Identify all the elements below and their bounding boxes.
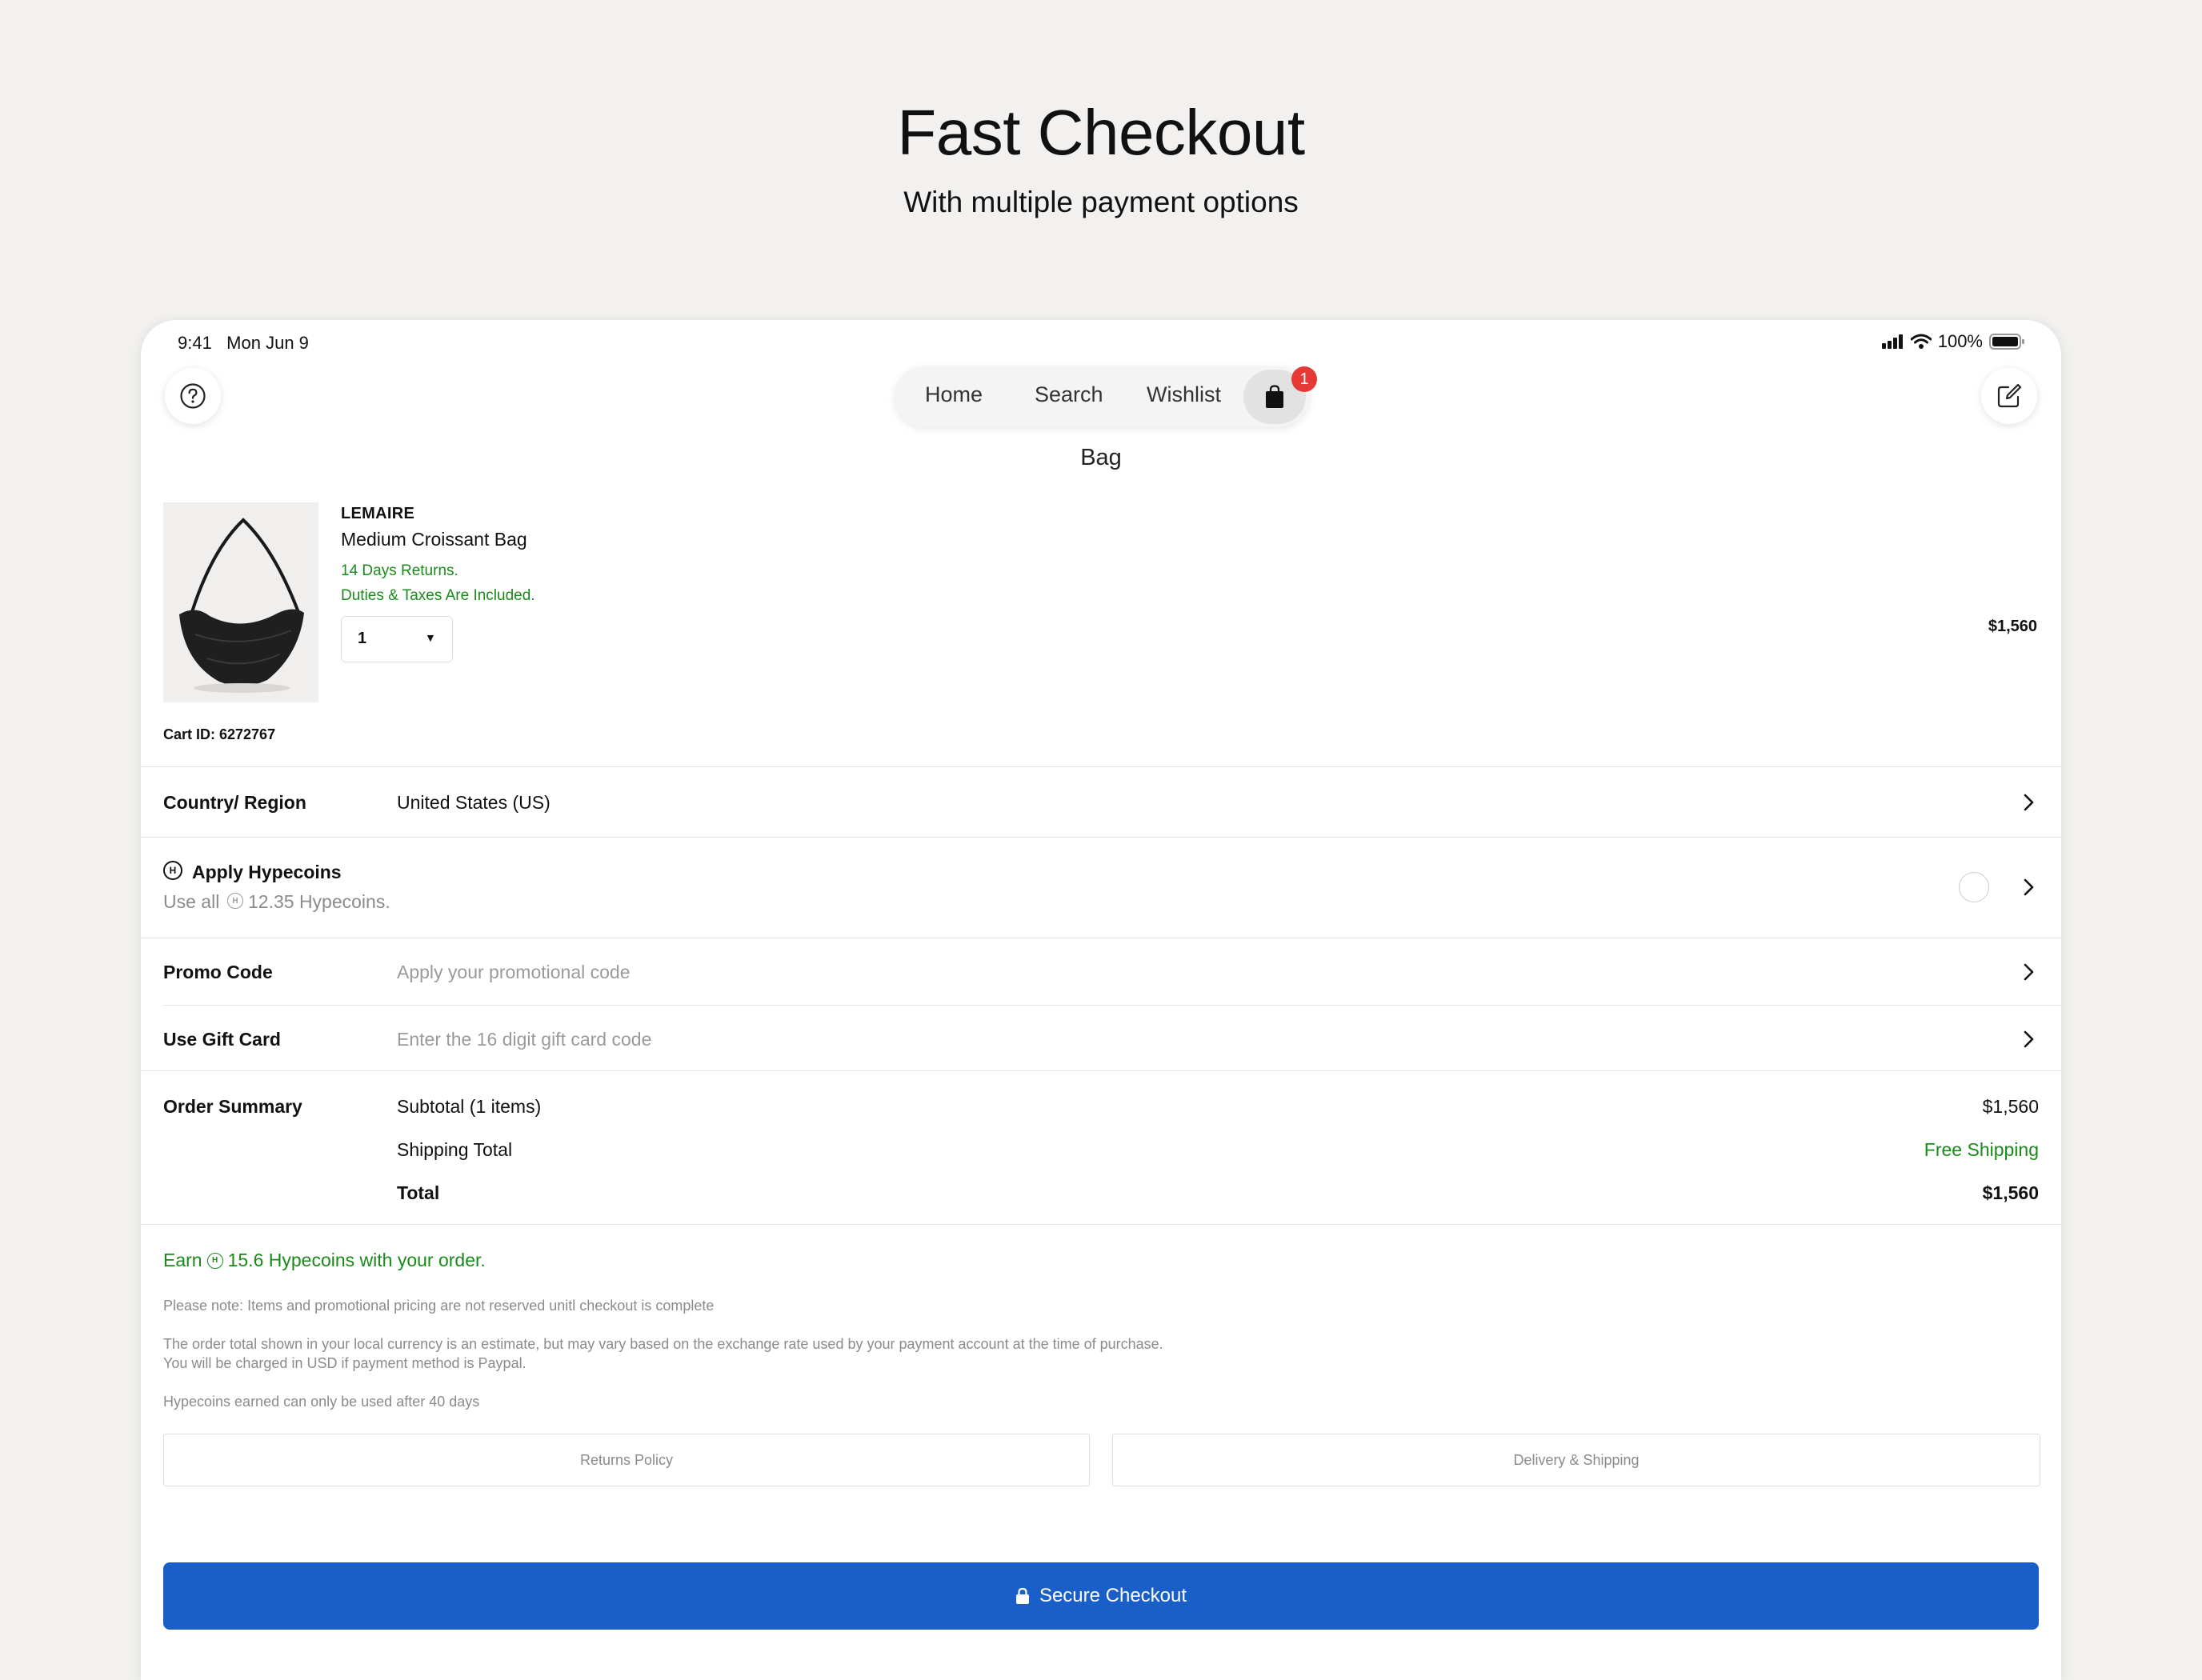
hypecoins-balance: 12.35 Hypecoins. (248, 891, 390, 912)
status-time: 9:41 Mon Jun 9 (178, 333, 309, 354)
hypecoins-label: Apply Hypecoins (192, 862, 342, 882)
shipping-label: Shipping Total (397, 1139, 513, 1160)
shipping-value: Free Shipping (1924, 1139, 2039, 1160)
bag-photo (179, 518, 304, 693)
help-button[interactable] (165, 368, 221, 424)
note-pricing: Please note: Items and promotional prici… (163, 1298, 715, 1314)
subtotal-label: Subtotal (1 items) (397, 1096, 542, 1117)
battery-percent: 100% (1937, 331, 1983, 351)
divider (141, 1224, 2061, 1225)
delivery-shipping-button[interactable]: Delivery & Shipping (1112, 1434, 2040, 1486)
note-hypecoins: Hypecoins earned can only be used after … (163, 1394, 480, 1410)
tab-home[interactable]: Home (925, 382, 983, 407)
chevron-right-icon (2024, 794, 2034, 811)
hypecoins-sub-prefix: Use all (163, 891, 220, 912)
hypecoin-icon: H (206, 1252, 223, 1269)
promo-label: Promo Code (163, 962, 273, 982)
order-summary-label: Order Summary (163, 1096, 302, 1117)
bag-count-badge: 1 (1291, 366, 1317, 392)
battery-icon (1989, 334, 2024, 350)
page-title: Bag (1080, 445, 1122, 470)
status-clock: 9:41 (178, 333, 212, 353)
total-label: Total (397, 1182, 440, 1203)
product-brand: LEMAIRE (341, 505, 415, 522)
returns-info: 14 Days Returns. (341, 562, 458, 579)
status-date: Mon Jun 9 (226, 333, 309, 353)
status-indicators: 100% (1881, 331, 2024, 352)
shopping-bag-icon (1266, 385, 1283, 408)
duties-info: Duties & Taxes Are Included. (341, 587, 535, 604)
wifi-icon (1910, 334, 1932, 349)
secure-checkout-button[interactable]: Secure Checkout (163, 1562, 2039, 1630)
product-price: $1,560 (1988, 618, 2037, 635)
lock-icon (1015, 1587, 1029, 1604)
product-name[interactable]: Medium Croissant Bag (341, 529, 527, 550)
cart-id: Cart ID: 6272767 (163, 726, 276, 742)
earn-prefix: Earn (163, 1250, 202, 1270)
hero-subtitle: With multiple payment options (903, 186, 1299, 218)
gift-card-label: Use Gift Card (163, 1029, 281, 1050)
tablet-screen: 9:41 Mon Jun 9 100% Home Search Wishlist… (141, 320, 2061, 1680)
tab-bar: Home Search Wishlist 1 (895, 366, 1317, 427)
returns-policy-label: Returns Policy (579, 1451, 674, 1468)
hypecoins-toggle[interactable] (1959, 872, 1989, 902)
product-image[interactable] (163, 502, 318, 702)
quantity-select[interactable]: 1 ▼ (341, 616, 453, 662)
compose-icon (1997, 383, 2022, 408)
earn-amount: 15.6 Hypecoins with your order. (227, 1250, 486, 1270)
dropdown-caret-icon: ▼ (425, 631, 436, 644)
compose-button[interactable] (1981, 368, 2037, 424)
signal-icon (1881, 334, 1903, 349)
order-summary: Order Summary Subtotal (1 items) $1,560 … (141, 1070, 2061, 1224)
country-label: Country/ Region (163, 792, 306, 813)
country-row[interactable]: Country/ Region United States (US) (141, 766, 2061, 837)
hypecoin-icon: H (163, 861, 182, 880)
secure-checkout-label: Secure Checkout (1039, 1585, 1187, 1606)
hero-title: Fast Checkout (897, 97, 1305, 168)
hypecoins-row[interactable]: H Apply Hypecoins Use all H 12.35 Hypeco… (141, 837, 2061, 938)
tab-search[interactable]: Search (1035, 382, 1103, 407)
question-circle-icon (180, 383, 206, 409)
promo-code-input[interactable]: Apply your promotional code (397, 962, 631, 983)
total-value: $1,560 (1982, 1182, 2039, 1203)
delivery-shipping-label: Delivery & Shipping (1513, 1451, 1639, 1468)
note-currency: The order total shown in your local curr… (163, 1336, 1163, 1352)
note-usd: You will be charged in USD if payment me… (163, 1355, 526, 1371)
promo-row[interactable]: Promo Code Apply your promotional code (141, 938, 2061, 1005)
chevron-right-icon (2024, 1030, 2034, 1048)
country-value: United States (US) (397, 792, 550, 813)
earn-hypecoins: Earn H 15.6 Hypecoins with your order. (163, 1250, 486, 1271)
subtotal-value: $1,560 (1982, 1096, 2039, 1117)
tab-wishlist[interactable]: Wishlist (1147, 382, 1221, 407)
gift-card-row[interactable]: Use Gift Card Enter the 16 digit gift ca… (141, 1005, 2061, 1070)
returns-policy-button[interactable]: Returns Policy (163, 1434, 1090, 1486)
gift-card-input[interactable]: Enter the 16 digit gift card code (397, 1029, 651, 1050)
chevron-right-icon (2024, 878, 2034, 896)
hypecoin-icon: H (227, 893, 243, 909)
chevron-right-icon (2024, 963, 2034, 981)
quantity-value: 1 (358, 630, 367, 647)
